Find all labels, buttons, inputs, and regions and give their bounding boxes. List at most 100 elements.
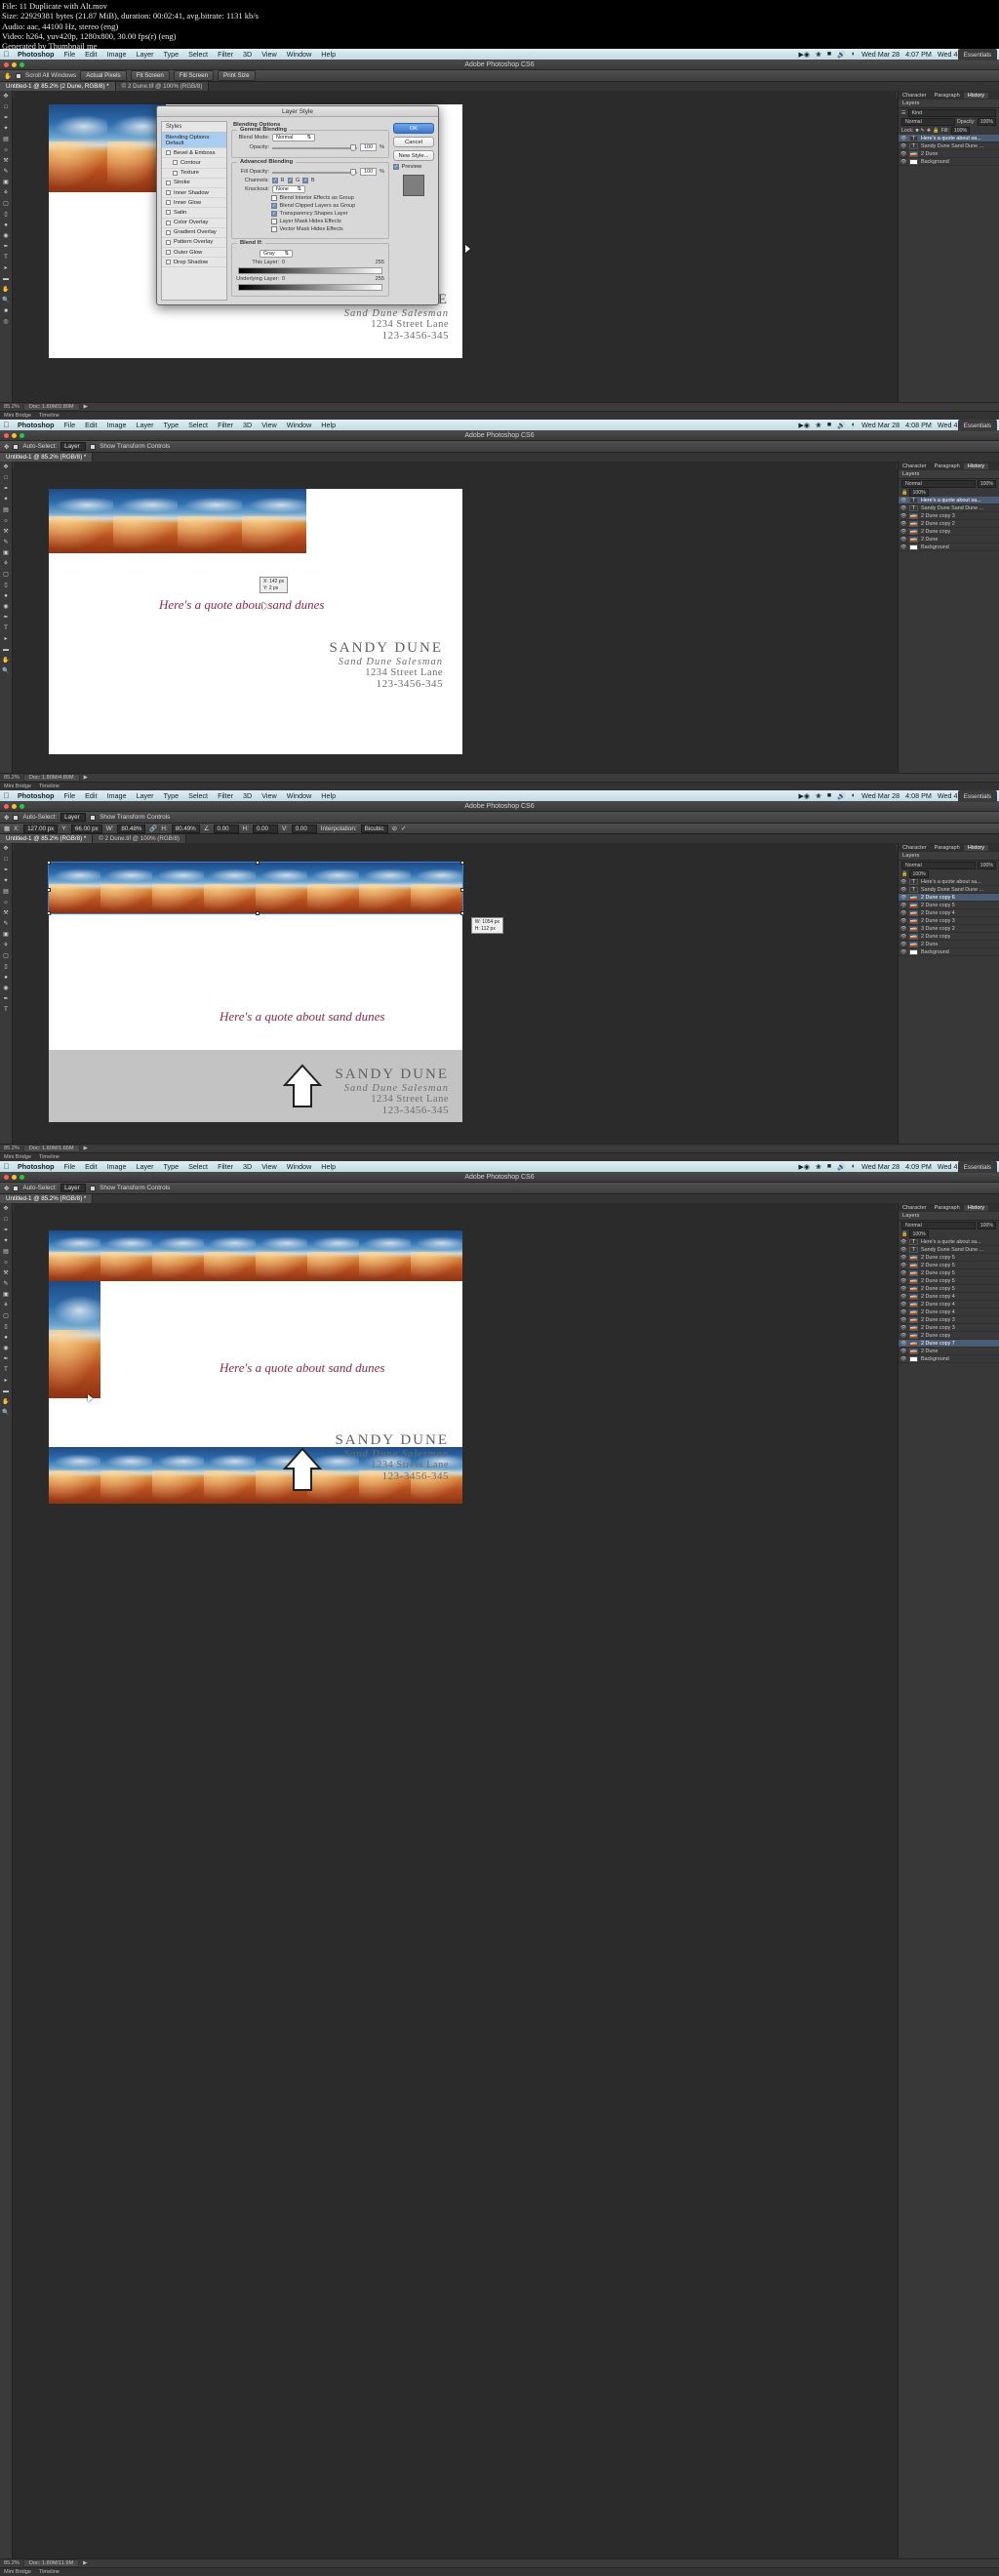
layer-thumbnail[interactable]: T — [909, 504, 918, 511]
style-item-contour[interactable]: Contour — [162, 158, 226, 169]
layer-thumbnail[interactable] — [909, 1316, 918, 1323]
dune-image-tile[interactable] — [204, 1447, 256, 1504]
menu-3d[interactable]: 3D — [238, 421, 257, 429]
tab-history[interactable]: History — [963, 1204, 989, 1211]
layer-row[interactable]: 👁 2 Dune copy — [899, 933, 999, 941]
new-style-button[interactable]: New Style... — [393, 150, 434, 161]
healing-tool-icon[interactable]: ⚒ — [0, 1268, 12, 1278]
eye-icon[interactable]: 👁 — [900, 1270, 906, 1276]
eye-icon[interactable]: 👁 — [900, 1255, 906, 1261]
layer-row[interactable]: 👁 T Here's a quote about sa... — [899, 497, 999, 504]
auto-select-value-4[interactable]: Layer — [60, 1184, 87, 1192]
shape-tool-icon[interactable]: ▬ — [0, 273, 12, 284]
dune-image-tile[interactable] — [204, 1230, 256, 1281]
styles-list[interactable]: Styles Blending Options: Default Bevel &… — [161, 121, 227, 301]
crop-tool-icon[interactable]: ▤ — [0, 134, 12, 144]
link-icon[interactable]: 🔗 — [149, 825, 157, 832]
lock-all-icon[interactable]: 🔒 — [901, 490, 907, 496]
quickmask-icon[interactable]: ◎ — [0, 316, 12, 327]
bluetooth-icon[interactable]: ❀ — [816, 422, 821, 429]
history-brush-tool-icon[interactable]: ⚘ — [0, 940, 12, 950]
clone-tool-icon[interactable]: ▣ — [0, 1289, 12, 1300]
eye-icon[interactable]: 👁 — [900, 1286, 906, 1292]
preview-row[interactable]: Preview — [393, 164, 434, 170]
menu-3d[interactable]: 3D — [238, 1162, 257, 1171]
auto-select-checkbox-4[interactable] — [13, 1185, 20, 1191]
eyedropper-tool-icon[interactable]: ☼ — [0, 1257, 12, 1268]
menu-file[interactable]: File — [60, 50, 81, 59]
style-item-texture[interactable]: Texture — [162, 169, 226, 179]
workspace-switcher-1[interactable]: Essentials — [957, 49, 997, 60]
layer-thumbnail[interactable]: T — [909, 1238, 918, 1245]
apple-logo-icon[interactable]:  — [0, 1162, 13, 1171]
wifi-icon[interactable]: ◐ — [852, 1163, 856, 1170]
layer-thumbnail[interactable] — [909, 1301, 918, 1308]
lasso-tool-icon[interactable]: ⚭ — [0, 483, 12, 494]
style-item-stroke[interactable]: Stroke — [162, 179, 226, 188]
layer-opacity-value-2[interactable]: 100% — [977, 479, 996, 488]
options-bar-1[interactable]: ✋ Scroll All Windows Actual Pixels Fit S… — [0, 49, 999, 82]
zoom-level-2[interactable]: 85.2% — [0, 775, 23, 781]
healing-tool-icon[interactable]: ⚒ — [0, 907, 12, 918]
pen-tool-icon[interactable]: ✒ — [0, 241, 12, 252]
menu-window[interactable]: Window — [282, 421, 317, 429]
layer-thumbnail[interactable] — [909, 1324, 918, 1331]
cancel-button[interactable]: Cancel — [393, 137, 434, 147]
move-tool-icon[interactable]: ✥ — [4, 814, 9, 822]
opacity-value-field[interactable]: 100 — [360, 143, 378, 151]
clone-tool-icon[interactable]: ▣ — [0, 547, 12, 558]
lasso-tool-icon[interactable]: ⚭ — [0, 865, 12, 875]
timeline-button-2[interactable]: Timeline — [39, 784, 60, 789]
underlying-layer-row[interactable]: Underlying Layer: 0 255 — [236, 276, 384, 282]
history-brush-tool-icon[interactable]: ⚘ — [0, 1300, 12, 1310]
this-layer-gradient[interactable] — [238, 267, 382, 274]
layer-row[interactable]: 👁 2 Dune copy 4 — [899, 1308, 999, 1316]
layer-row[interactable]: 👁 T Here's a quote about sa... — [899, 135, 999, 142]
show-transform-checkbox-3[interactable] — [90, 814, 97, 821]
layer-thumbnail[interactable] — [909, 1308, 918, 1315]
bluetooth-icon[interactable]: ❀ — [816, 51, 821, 59]
style-item-inner-shadow[interactable]: Inner Shadow — [162, 188, 226, 199]
camera-icon[interactable]: ▶◉ — [799, 422, 811, 429]
checkbox-icon[interactable] — [166, 220, 171, 225]
hand-tool-icon[interactable]: ✋ — [0, 284, 12, 295]
dune-image-tile[interactable] — [49, 1230, 100, 1281]
menu-edit[interactable]: Edit — [80, 421, 101, 429]
volume-icon[interactable]: 🔊 — [837, 792, 846, 800]
menu-type[interactable]: Type — [158, 50, 183, 59]
right-dock-4[interactable]: Character Paragraph History Layers Norma… — [898, 1203, 999, 2558]
doc-tab-dune-tif-3[interactable]: © 2 Dune.tif @ 100% (RGB/8) — [93, 834, 186, 843]
transform-h-field[interactable]: 80.49% — [171, 824, 200, 833]
dodge-tool-icon[interactable]: ◉ — [0, 1343, 12, 1353]
eraser-tool-icon[interactable]: ▢ — [0, 198, 12, 209]
marquee-tool-icon[interactable]: □ — [0, 472, 12, 483]
clone-tool-icon[interactable]: ▣ — [0, 177, 12, 187]
blend-opacity-row-1[interactable]: Normal Opacity: 100% — [899, 117, 999, 126]
dock-tabs-2[interactable]: Character Paragraph History — [899, 462, 999, 470]
workspace-switcher-3[interactable]: Essentials — [957, 790, 997, 802]
dune-image-tile[interactable] — [359, 1230, 411, 1281]
checkbox-icon[interactable] — [166, 200, 171, 206]
eye-icon[interactable]: 👁 — [900, 903, 906, 908]
brush-tool-icon[interactable]: ✎ — [0, 537, 12, 547]
layer-opacity-value-1[interactable]: 100% — [977, 117, 996, 126]
eye-icon[interactable]: 👁 — [900, 521, 906, 527]
blend-opacity-row-3[interactable]: Normal 100% — [899, 861, 999, 869]
minimize-button[interactable] — [12, 803, 17, 809]
style-item-color-overlay[interactable]: Color Overlay — [162, 219, 226, 228]
bluetooth-icon[interactable]: ❀ — [816, 1163, 821, 1171]
path-select-tool-icon[interactable]: ▸ — [0, 262, 12, 273]
battery-icon[interactable]: ■ — [827, 51, 831, 58]
transform-angle-field[interactable]: 0.00 — [213, 824, 239, 833]
ok-button[interactable]: OK — [393, 123, 434, 134]
layer-thumbnail[interactable] — [909, 941, 918, 947]
menu-help[interactable]: Help — [316, 421, 340, 429]
layer-thumbnail[interactable] — [909, 512, 918, 519]
status-arrow-icon[interactable]: ▶ — [79, 2560, 91, 2566]
marquee-tool-icon[interactable]: □ — [0, 101, 12, 112]
layer-row[interactable]: 👁 2 Dune copy 7 — [899, 1340, 999, 1348]
tab-history[interactable]: History — [963, 92, 989, 99]
layer-thumbnail[interactable] — [909, 1340, 918, 1347]
timeline-button-3[interactable]: Timeline — [39, 1154, 60, 1160]
transform-skewh-field[interactable]: 0.00 — [252, 824, 278, 833]
